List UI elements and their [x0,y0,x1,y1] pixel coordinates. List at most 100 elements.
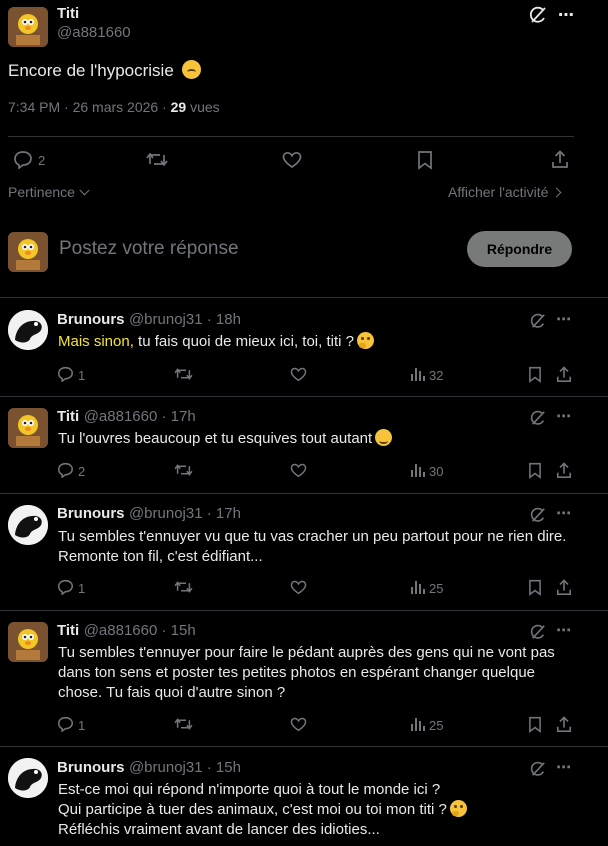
chevron-down-icon [79,185,90,196]
divider [8,136,574,137]
show-activity-link[interactable]: Afficher l'activité [448,184,562,200]
reply-author-handle[interactable]: @brunoj31 · 18h [129,311,241,328]
reply-author-name[interactable]: Brunours [57,759,125,776]
sort-dropdown[interactable]: Pertinence [8,184,90,200]
share-icon[interactable] [556,716,572,733]
views-count: 30 [429,464,444,479]
reply-text-line-content: Qui participe à tuer des animaux, c'est … [58,801,447,818]
repost-icon[interactable] [174,366,193,382]
reply-icon[interactable] [57,579,74,595]
reply-icon[interactable] [13,150,33,169]
reply-text-line: Est-ce moi qui répond n'importe quoi à t… [58,781,441,798]
like-icon[interactable] [290,463,307,478]
main-post-meta: 7:34 PM · 26 mars 2026 · 29 vues [8,99,220,115]
grok-icon[interactable] [529,6,547,24]
more-options-icon[interactable]: ⋯ [556,758,571,776]
grok-icon[interactable] [530,410,546,426]
reply-text: Mais sinon, tu fais quoi de mieux ici, t… [58,332,578,352]
activity-label: Afficher l'activité [448,184,549,200]
views-icon[interactable] [410,462,425,478]
like-icon[interactable] [282,151,302,169]
main-post-reply-count: 2 [38,153,46,168]
reply-author-name[interactable]: Brunours [57,505,125,522]
more-options-icon[interactable]: ⋯ [556,621,571,639]
reply-author-handle[interactable]: @a881660 · 17h [84,408,196,425]
reply-author-name[interactable]: Brunours [57,311,125,328]
reply-author-name[interactable]: Titi [57,408,79,425]
bookmark-icon[interactable] [417,150,433,170]
reply-text: Tu sembles t'ennuyer pour faire le pédan… [58,644,555,701]
repost-icon[interactable] [174,716,193,732]
main-post-views-label: vues [186,99,220,115]
reply-author-name[interactable]: Titi [57,622,79,639]
reply-avatar[interactable] [8,622,48,662]
reply-count: 2 [78,464,86,479]
repost-icon[interactable] [146,150,168,169]
divider [0,297,608,298]
reply-author-handle[interactable]: @a881660 · 15h [84,622,196,639]
main-post-text-content: Encore de l'hypocrisie [8,61,174,80]
more-options-icon[interactable]: ⋯ [558,5,574,25]
reply-text: Est-ce moi qui répond n'importe quoi à t… [58,780,578,840]
bookmark-icon[interactable] [528,462,542,479]
repost-icon[interactable] [174,462,193,478]
reply-header: Brunours @brunoj31 · 18h [57,311,241,329]
share-icon[interactable] [556,462,572,479]
reply-header: Titi @a881660 · 17h [57,408,196,426]
share-icon[interactable] [556,579,572,596]
views-icon[interactable] [410,366,425,382]
main-post-author-name[interactable]: Titi [57,5,79,22]
reply-button[interactable]: Répondre [467,231,572,267]
like-icon[interactable] [290,367,307,382]
reply-icon[interactable] [57,716,74,732]
reply-text-line: Réfléchis vraiment avant de lancer des i… [58,821,380,838]
repost-icon[interactable] [174,579,193,595]
main-post-views-count: 29 [170,99,187,115]
reply-author-handle[interactable]: @brunoj31 · 17h [129,505,241,522]
reply-input[interactable]: Postez votre réponse [59,238,239,260]
reply-header: Brunours @brunoj31 · 17h [57,505,241,523]
main-post-author-handle[interactable]: @a881660 [57,24,131,41]
sort-label: Pertinence [8,184,75,200]
reply-count: 1 [78,368,86,383]
divider [0,493,608,494]
reply-icon[interactable] [57,366,74,382]
reply-text-line: Qui participe à tuer des animaux, c'est … [58,800,578,820]
like-icon[interactable] [290,717,307,732]
thinking-face-emoji-icon [449,800,467,817]
grok-icon[interactable] [530,313,546,329]
more-options-icon[interactable]: ⋯ [556,310,571,328]
grok-icon[interactable] [530,761,546,777]
more-options-icon[interactable]: ⋯ [556,407,571,425]
views-icon[interactable] [410,579,425,595]
views-icon[interactable] [410,716,425,732]
bookmark-icon[interactable] [528,579,542,596]
bookmark-icon[interactable] [528,366,542,383]
views-count: 25 [429,718,444,733]
reply-header: Brunours @brunoj31 · 15h [57,759,241,777]
reply-text-content: tu fais quoi de mieux ici, toi, titi ? [133,333,354,350]
more-options-icon[interactable]: ⋯ [556,504,571,522]
like-icon[interactable] [290,580,307,595]
main-post-text: Encore de l'hypocrisie [8,60,201,81]
reply-text: Tu l'ouvres beaucoup et tu esquives tout… [58,429,578,449]
reply-text: Tu sembles t'ennuyer vu que tu vas crach… [58,528,567,565]
share-icon[interactable] [551,150,569,169]
grok-icon[interactable] [530,507,546,523]
share-icon[interactable] [556,366,572,383]
main-post-avatar[interactable] [8,7,48,47]
upside-down-face-emoji-icon [181,60,201,79]
reply-count: 1 [78,581,86,596]
main-post-timestamp[interactable]: 7:34 PM · 26 mars 2026 · [8,99,171,115]
reply-avatar[interactable] [8,408,48,448]
reply-author-handle[interactable]: @brunoj31 · 15h [129,759,241,776]
reply-icon[interactable] [57,462,74,478]
reply-text-highlight: Mais sinon, [58,333,134,350]
reply-avatar[interactable] [8,310,48,350]
grok-icon[interactable] [530,624,546,640]
views-count: 25 [429,581,444,596]
reply-avatar[interactable] [8,758,48,798]
reply-avatar[interactable] [8,505,48,545]
bookmark-icon[interactable] [528,716,542,733]
reply-header: Titi @a881660 · 15h [57,622,196,640]
